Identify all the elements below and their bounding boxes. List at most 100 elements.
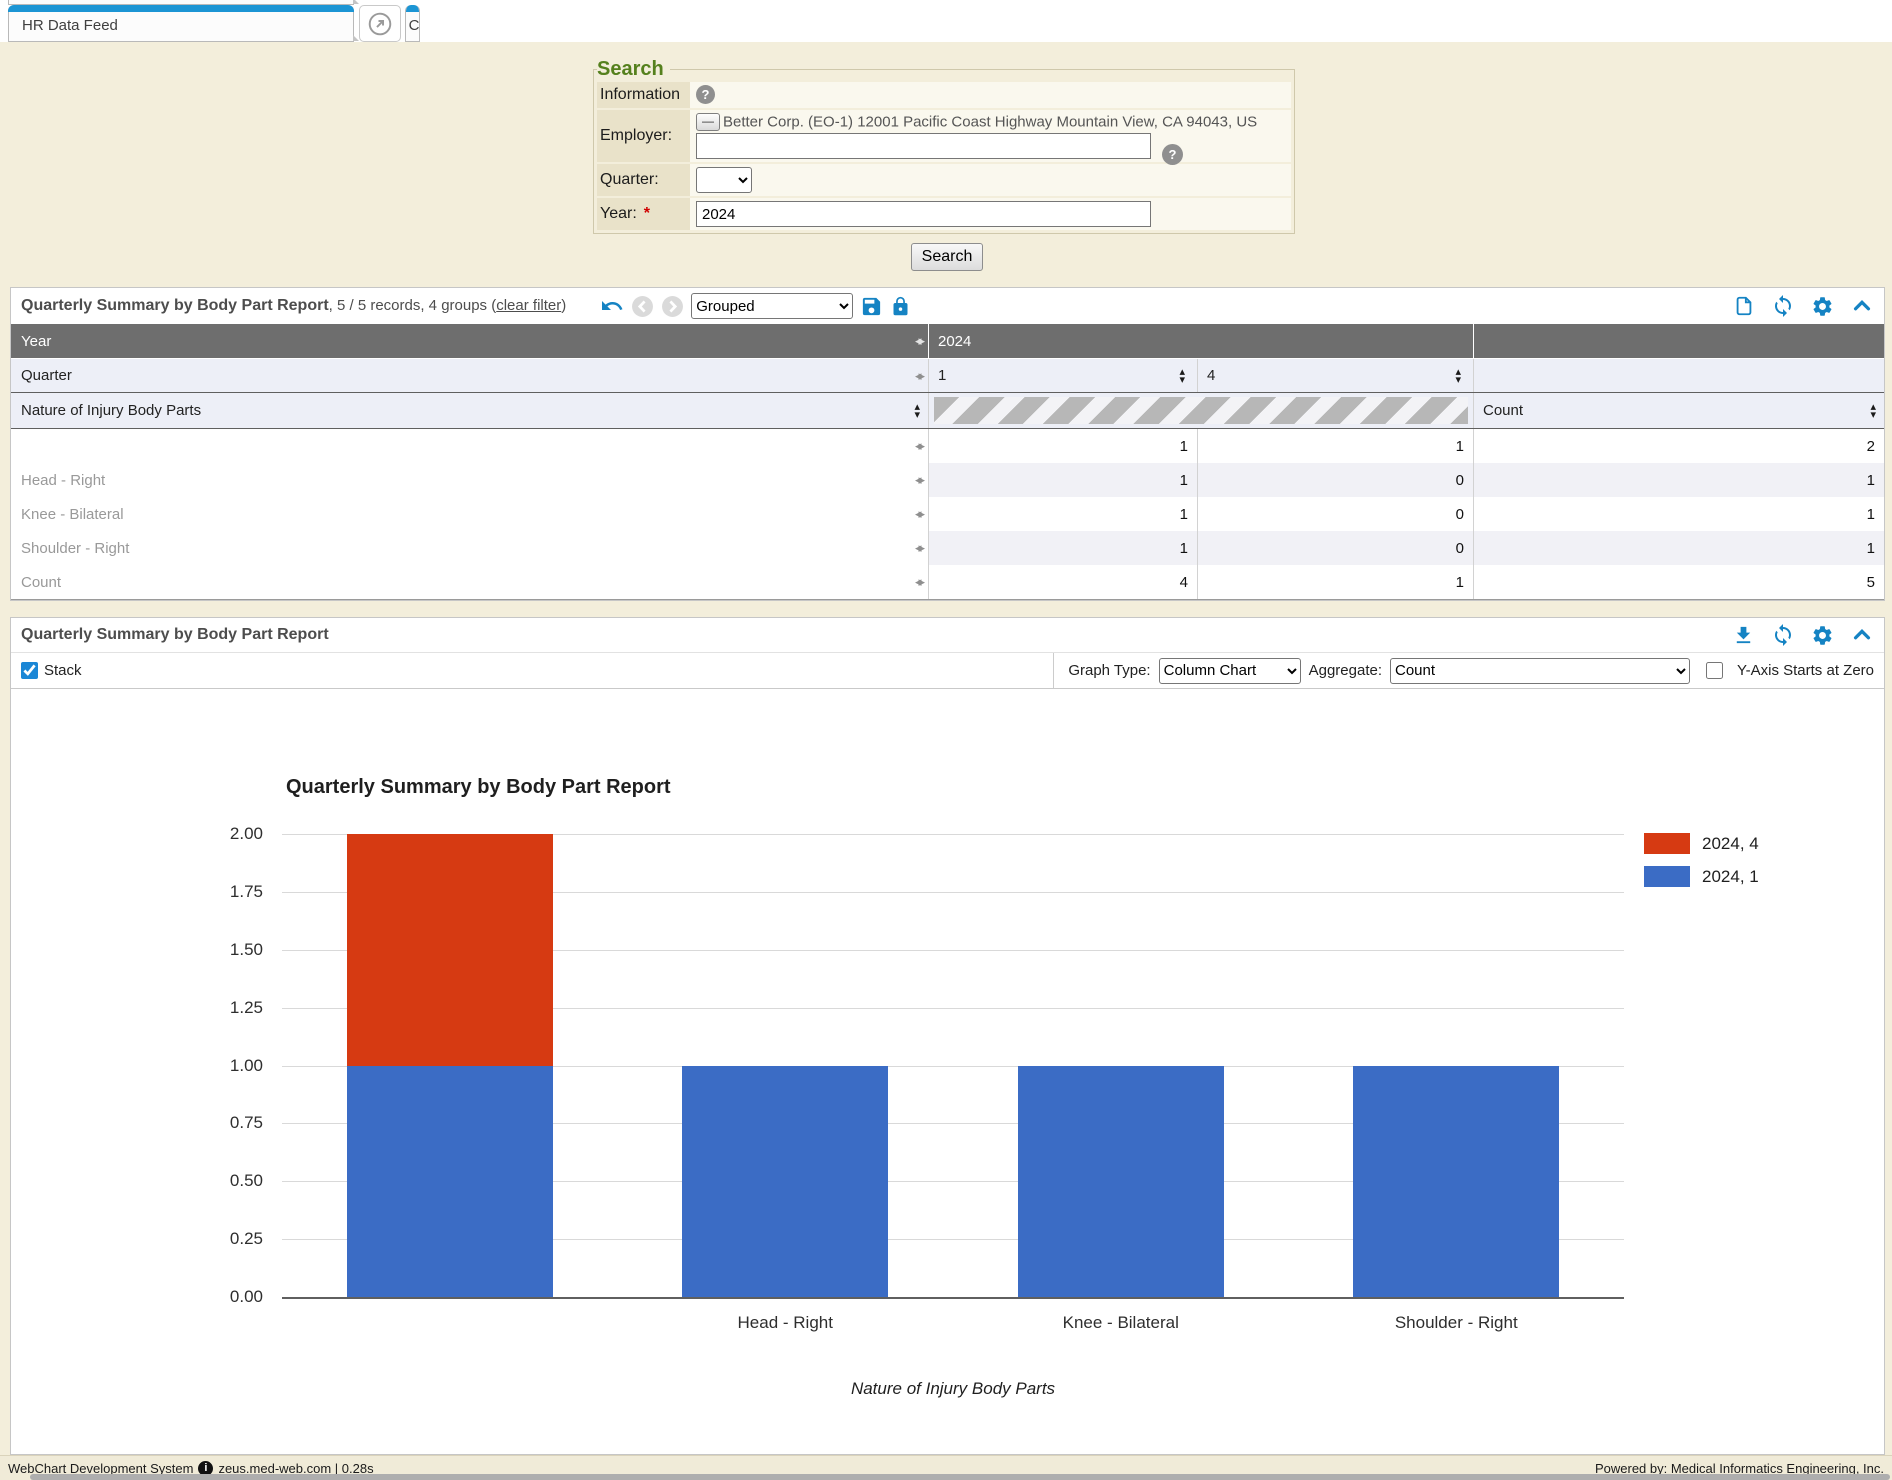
column-resize-handle[interactable]: ◂▸ xyxy=(915,333,922,349)
x-axis-category-label: Head - Right xyxy=(738,1313,833,1333)
previous-icon xyxy=(631,295,654,318)
year-row-value: 2024 xyxy=(938,333,971,350)
chart-panel-title: Quarterly Summary by Body Part Report xyxy=(21,626,329,644)
report-table-panel: Quarterly Summary by Body Part Report, 5… xyxy=(10,287,1885,601)
popout-arrow-icon xyxy=(367,11,393,37)
lock-icon[interactable] xyxy=(890,296,911,317)
legend-swatch xyxy=(1644,866,1690,887)
y-axis-tick-label: 1.75 xyxy=(163,882,263,902)
report-table-header: Quarterly Summary by Body Part Report, 5… xyxy=(11,288,1884,324)
settings-gear-icon[interactable] xyxy=(1811,295,1834,318)
bar-segment-2024-4-blank[interactable] xyxy=(347,834,553,1066)
x-axis-category-label: Shoulder - Right xyxy=(1395,1313,1518,1333)
clear-filter-link[interactable]: clear filter xyxy=(496,297,561,314)
employer-remove-button[interactable]: — xyxy=(696,113,720,131)
y-axis-zero-checkbox[interactable] xyxy=(1706,662,1723,679)
undo-icon[interactable] xyxy=(600,294,624,318)
bar-segment-2024-1-shoulder-right[interactable] xyxy=(1353,1066,1559,1298)
tab-hr-data-feed[interactable]: HR Data Feed xyxy=(8,5,354,42)
graph-type-label: Graph Type: xyxy=(1068,662,1150,679)
cell-count: 1 xyxy=(1473,463,1884,497)
tab-bar: AppointmentsDictation/TranscriptionEmplo… xyxy=(0,0,1892,42)
column-resize-handle[interactable]: ◂▸ xyxy=(915,472,922,488)
year-row-label: Year xyxy=(21,333,51,350)
popout-button[interactable] xyxy=(359,5,401,42)
download-icon[interactable] xyxy=(1732,624,1755,647)
next-icon xyxy=(661,295,684,318)
legend-label: 2024, 4 xyxy=(1702,834,1759,854)
y-axis-tick-label: 1.25 xyxy=(163,998,263,1018)
chart-toolbar: Stack Graph Type: Column Chart Aggregate… xyxy=(11,652,1884,689)
column-resize-handle[interactable]: ◂▸ xyxy=(915,574,922,590)
quarter-row: Quarter: xyxy=(597,164,1291,198)
y-axis-tick-label: 1.00 xyxy=(163,1056,263,1076)
x-axis-title: Nature of Injury Body Parts xyxy=(851,1379,1055,1399)
nature-header-label: Nature of Injury Body Parts xyxy=(21,402,201,419)
legend-label: 2024, 1 xyxy=(1702,867,1759,887)
save-icon[interactable] xyxy=(860,295,883,318)
quarter-select[interactable] xyxy=(696,167,752,193)
collapse-chevron-icon[interactable] xyxy=(1850,295,1874,317)
refresh-icon[interactable] xyxy=(1771,623,1795,647)
chart-panel-header: Quarterly Summary by Body Part Report xyxy=(11,618,1884,652)
sort-icon[interactable]: ▴▾ xyxy=(1179,368,1185,384)
stack-label: Stack xyxy=(44,662,82,679)
bar-segment-2024-1-knee-bilateral[interactable] xyxy=(1018,1066,1224,1298)
legend-item-2024-4[interactable]: 2024, 4 xyxy=(1644,833,1759,854)
table-quarter-row: Quarter◂▸ 1▴▾ 4▴▾ xyxy=(11,358,1884,392)
information-help-icon[interactable]: ? xyxy=(696,85,715,104)
employer-search-input[interactable] xyxy=(696,133,1151,159)
year-row: Year: * xyxy=(597,198,1291,230)
cell-q1: 4 xyxy=(928,565,1197,599)
employer-help-icon[interactable]: ? xyxy=(1162,144,1183,165)
quarter-row-label: Quarter xyxy=(21,367,72,384)
table-row-shoulder-right: Shoulder - Right◂▸101 xyxy=(11,531,1884,565)
cell-count: 1 xyxy=(1473,497,1884,531)
quarter-col-1: 1 xyxy=(938,367,946,384)
bar-segment-2024-1-head-right[interactable] xyxy=(682,1066,888,1298)
cell-q1: 1 xyxy=(928,463,1197,497)
cell-q4: 0 xyxy=(1197,497,1473,531)
refresh-icon[interactable] xyxy=(1771,294,1795,318)
cell-q4: 1 xyxy=(1197,429,1473,463)
y-axis-tick-label: 1.50 xyxy=(163,940,263,960)
settings-gear-icon[interactable] xyxy=(1811,624,1834,647)
view-mode-select[interactable]: Grouped xyxy=(691,293,853,319)
legend-item-2024-1[interactable]: 2024, 1 xyxy=(1644,866,1759,887)
cell-q4: 1 xyxy=(1197,565,1473,599)
row-label: Knee - Bilateral xyxy=(21,506,124,523)
y-axis-zero-label: Y-Axis Starts at Zero xyxy=(1737,662,1874,679)
graph-type-select[interactable]: Column Chart xyxy=(1159,658,1301,684)
column-resize-handle[interactable]: ◂▸ xyxy=(915,506,922,522)
aggregate-select[interactable]: Count xyxy=(1390,658,1690,684)
column-resize-handle[interactable]: ◂▸ xyxy=(915,438,922,454)
stack-checkbox[interactable] xyxy=(21,662,38,679)
horizontal-scrollbar[interactable] xyxy=(30,1474,1890,1480)
search-button[interactable]: Search xyxy=(911,243,983,271)
tab-overflow-partial[interactable]: C xyxy=(405,5,420,42)
count-header-label: Count xyxy=(1483,402,1523,419)
employer-row: Employer: —Better Corp. (EO-1) 12001 Pac… xyxy=(597,110,1291,164)
search-form: Search Information ? Employer: —Better C… xyxy=(593,58,1295,234)
chart-title: Quarterly Summary by Body Part Report xyxy=(286,776,671,799)
sort-icon[interactable]: ▴▾ xyxy=(1870,403,1876,419)
row-label: Head - Right xyxy=(21,472,105,489)
sort-icon[interactable]: ▴▾ xyxy=(914,403,920,419)
table-year-row: Year ◂▸ 2024 xyxy=(11,324,1884,358)
report-table-title: Quarterly Summary by Body Part Report, 5… xyxy=(21,297,566,315)
sort-icon[interactable]: ▴▾ xyxy=(1455,368,1461,384)
new-document-icon[interactable] xyxy=(1733,294,1755,318)
row-label: Shoulder - Right xyxy=(21,540,129,557)
collapse-chevron-icon[interactable] xyxy=(1850,624,1874,646)
cell-count: 2 xyxy=(1473,429,1884,463)
table-row-blank: ◂▸112 xyxy=(11,429,1884,463)
bar-segment-2024-1-blank[interactable] xyxy=(347,1066,553,1298)
information-label: Information xyxy=(600,86,680,104)
cell-q1: 1 xyxy=(928,531,1197,565)
column-resize-handle[interactable]: ◂▸ xyxy=(915,368,922,384)
aggregate-label: Aggregate: xyxy=(1309,662,1382,679)
cell-q1: 1 xyxy=(928,497,1197,531)
column-resize-handle[interactable]: ◂▸ xyxy=(915,540,922,556)
year-input[interactable] xyxy=(696,201,1151,227)
employer-label: Employer: xyxy=(600,127,672,145)
